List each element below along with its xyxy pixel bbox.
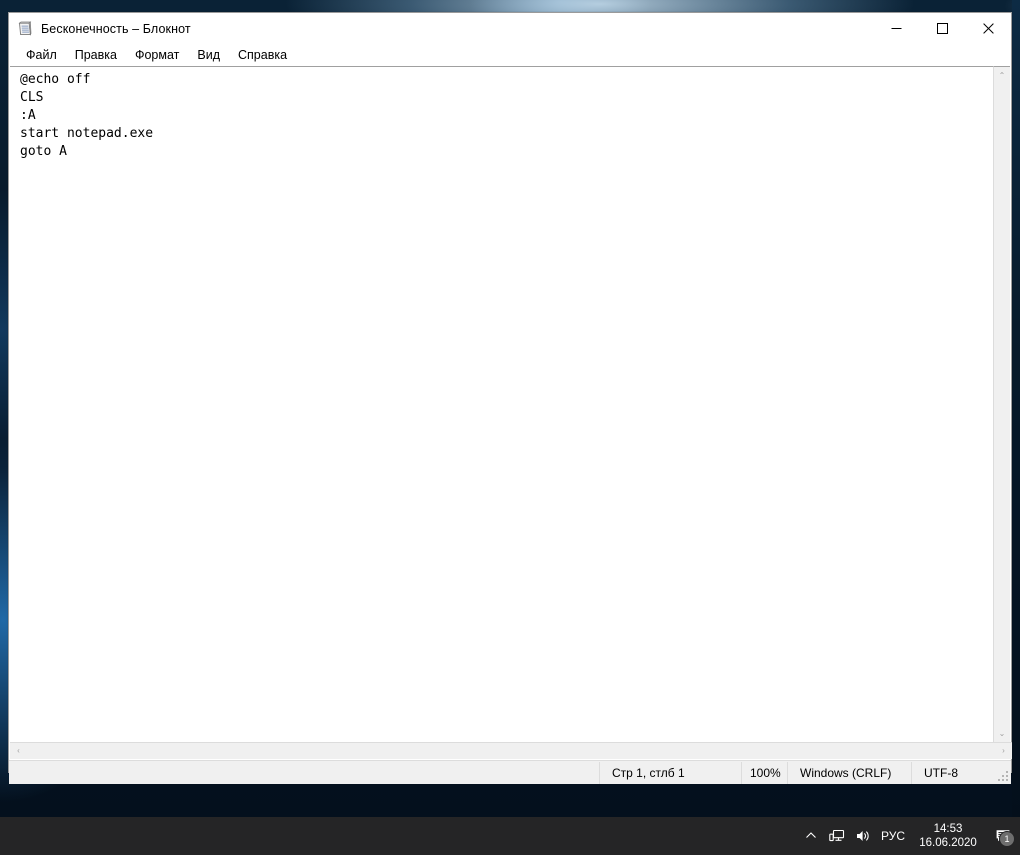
volume-icon[interactable] bbox=[850, 817, 876, 855]
chevron-down-icon: ⌄ bbox=[998, 728, 1006, 738]
text-editor-area[interactable]: @echo off CLS :A start notepad.exe goto … bbox=[10, 66, 995, 742]
maximize-icon bbox=[936, 23, 948, 34]
window-controls bbox=[873, 13, 1011, 44]
clock-date: 16.06.2020 bbox=[919, 837, 977, 849]
minimize-button[interactable] bbox=[873, 13, 919, 44]
maximize-button[interactable] bbox=[919, 13, 965, 44]
menu-bar: Файл Правка Формат Вид Справка bbox=[9, 44, 1011, 66]
close-button[interactable] bbox=[965, 13, 1011, 44]
chevron-left-icon: ‹ bbox=[17, 746, 20, 755]
menu-item-file[interactable]: Файл bbox=[17, 46, 66, 65]
notepad-window: Бесконечность – Блокнот Файл Правка Форм… bbox=[8, 12, 1012, 784]
clock[interactable]: 14:53 16.06.2020 bbox=[910, 817, 986, 855]
close-icon bbox=[982, 23, 994, 34]
scroll-up-button[interactable]: ⌃ bbox=[994, 67, 1010, 84]
menu-item-help[interactable]: Справка bbox=[229, 46, 296, 65]
clock-time: 14:53 bbox=[933, 823, 963, 835]
scroll-right-button[interactable]: › bbox=[995, 743, 1012, 759]
taskbar: РУС 14:53 16.06.2020 1 bbox=[0, 817, 1020, 855]
status-bar: Стр 1, стлб 1 100% Windows (CRLF) UTF-8 bbox=[9, 760, 1011, 784]
vertical-scrollbar[interactable]: ⌃ ⌄ bbox=[993, 66, 1010, 742]
status-line-ending[interactable]: Windows (CRLF) bbox=[787, 761, 911, 784]
system-tray: РУС 14:53 16.06.2020 1 bbox=[798, 817, 1020, 855]
window-title: Бесконечность – Блокнот bbox=[41, 21, 191, 36]
horizontal-scrollbar[interactable]: ‹ › bbox=[10, 742, 1012, 759]
menu-item-view[interactable]: Вид bbox=[188, 46, 229, 65]
scroll-left-button[interactable]: ‹ bbox=[10, 743, 27, 759]
resize-grip[interactable] bbox=[996, 769, 1008, 781]
editor-text: @echo off CLS :A start notepad.exe goto … bbox=[20, 72, 154, 159]
status-bar-spacer bbox=[9, 762, 599, 784]
notepad-icon bbox=[17, 20, 33, 37]
action-center-button[interactable]: 1 bbox=[986, 817, 1020, 855]
chevron-up-icon: ⌃ bbox=[998, 70, 1006, 80]
show-hidden-icons-button[interactable] bbox=[798, 817, 824, 855]
chevron-right-icon: › bbox=[1002, 746, 1005, 755]
chevron-up-icon bbox=[806, 832, 816, 838]
language-indicator[interactable]: РУС bbox=[876, 817, 910, 855]
menu-item-edit[interactable]: Правка bbox=[66, 46, 126, 65]
notification-count-badge: 1 bbox=[999, 831, 1015, 847]
scroll-down-button[interactable]: ⌄ bbox=[994, 725, 1010, 742]
menu-item-format[interactable]: Формат bbox=[126, 46, 188, 65]
minimize-icon bbox=[891, 28, 901, 29]
title-bar[interactable]: Бесконечность – Блокнот bbox=[9, 13, 1011, 44]
status-cursor-position: Стр 1, стлб 1 bbox=[599, 761, 741, 784]
speaker-icon bbox=[857, 831, 869, 841]
status-zoom-level[interactable]: 100% bbox=[741, 761, 787, 784]
network-monitor-icon bbox=[829, 829, 845, 842]
desktop-wallpaper-right-edge bbox=[1012, 0, 1020, 817]
editor-region: @echo off CLS :A start notepad.exe goto … bbox=[9, 66, 1012, 784]
network-icon[interactable] bbox=[824, 817, 850, 855]
